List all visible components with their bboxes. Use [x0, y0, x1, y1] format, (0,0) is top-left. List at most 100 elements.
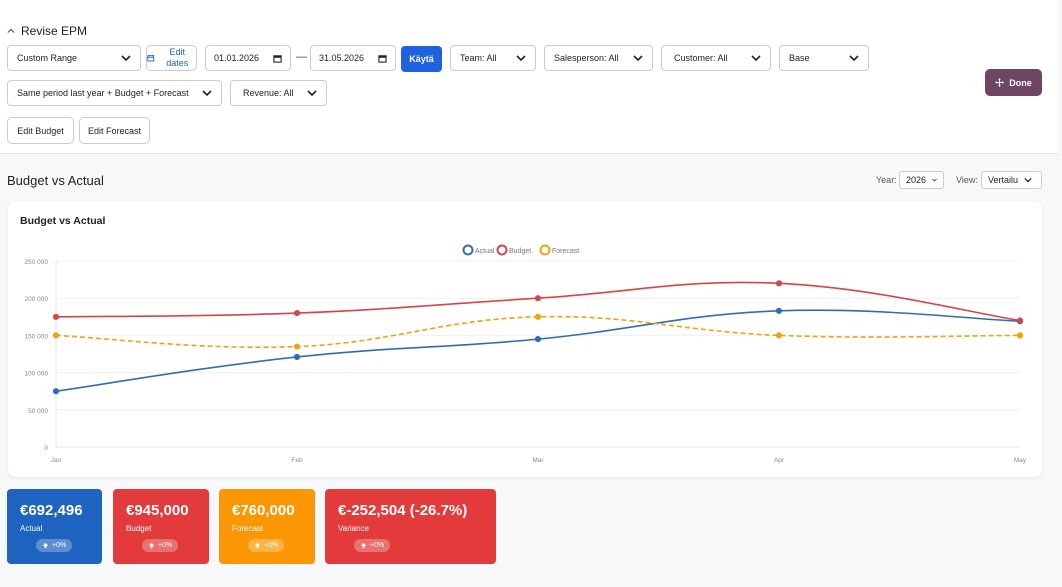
data-point-budget [534, 295, 542, 302]
data-point-actual [52, 388, 60, 395]
kpi-value: €692,496 [20, 502, 83, 519]
x-tick-label: Jan [51, 457, 62, 464]
base-select-value: Base [789, 53, 810, 63]
team-select[interactable]: Team: All [450, 45, 536, 71]
kpi-card-forecast: €760,000 Forecast +0% [219, 489, 315, 564]
kpi-card-budget: €945,000 Budget +0% [113, 489, 209, 564]
comparison-select[interactable]: Same period last year + Budget + Forecas… [7, 80, 222, 106]
data-point-budget [1016, 317, 1024, 324]
view-select-value: Vertailu [988, 175, 1019, 185]
y-tick-label: 150 000 [25, 333, 49, 340]
edit-dates-button[interactable]: Edit dates [146, 45, 197, 71]
revenue-select-value: Revenue: All [243, 88, 294, 98]
arrow-up-icon [360, 542, 367, 549]
date-from-value: 01.01.2026 [214, 53, 260, 63]
chart-card: Budget vs Actual 0 50 000 100 000 150 000 20… [8, 201, 1042, 477]
change-badge: +0% [248, 539, 285, 552]
change-value: +0% [370, 542, 385, 549]
view-select[interactable]: Vertailu [981, 171, 1042, 189]
year-select[interactable]: 2026 [899, 171, 944, 189]
date-to-value: 31.05.2026 [319, 53, 365, 63]
chevron-down-icon [633, 55, 643, 62]
arrow-up-icon [254, 542, 261, 549]
x-tick-label: Feb [291, 457, 303, 464]
change-value: +0% [264, 542, 279, 549]
salesperson-select-value: Salesperson: All [554, 53, 619, 63]
edit-budget-button[interactable]: Edit Budget [7, 117, 74, 144]
chevron-down-icon [516, 55, 526, 62]
arrow-up-icon [42, 542, 49, 549]
y-tick-label: 100 000 [25, 371, 49, 378]
chevron-down-icon [307, 90, 317, 97]
date-from-input[interactable]: 01.01.2026 [205, 45, 291, 71]
filter-panel: Revise EPM Custom Range Edit dates 01.01… [0, 0, 1058, 154]
series-line-actual [55, 309, 1021, 392]
comparison-select-value: Same period last year + Budget + Forecas… [17, 88, 189, 98]
line-chart: 0 50 000 100 000 150 000 200 000 250 000 Jan Fe… [25, 244, 1027, 464]
customer-select-value: Customer: All [674, 53, 728, 63]
legend-label-budget: Budget [509, 248, 531, 255]
x-tick-label: May [1014, 457, 1027, 464]
calendar-icon [147, 55, 155, 62]
kpi-label: Variance [338, 524, 369, 533]
revenue-select[interactable]: Revenue: All [230, 80, 327, 106]
chevron-down-icon [121, 55, 131, 62]
y-tick-label: 200 000 [25, 296, 49, 303]
kpi-value: €945,000 [126, 502, 189, 519]
move-icon [995, 78, 1005, 87]
data-point-budget [775, 280, 783, 287]
change-value: +0% [158, 542, 173, 549]
team-select-value: Team: All [460, 53, 497, 63]
panel-title: Revise EPM [21, 24, 88, 38]
section-title: Budget vs Actual [7, 173, 104, 188]
view-label: View: [956, 175, 978, 185]
kpi-value: €760,000 [232, 502, 295, 519]
range-select-value: Custom Range [17, 53, 78, 63]
legend-marker-actual [462, 244, 474, 256]
base-select[interactable]: Base [779, 45, 869, 71]
data-point-budget [52, 313, 60, 320]
calendar-icon [378, 54, 387, 63]
data-point-forecast [52, 332, 60, 339]
data-point-forecast [534, 313, 542, 320]
change-badge: +0% [142, 539, 179, 552]
change-value: +0% [52, 542, 67, 549]
series-line-forecast [55, 315, 1021, 349]
data-point-actual [293, 353, 301, 361]
done-label: Done [1009, 77, 1032, 88]
chevron-down-icon [932, 178, 937, 182]
done-button[interactable]: Done [985, 69, 1042, 96]
change-badge: +0% [36, 539, 73, 552]
apply-button[interactable]: Käytä [401, 46, 442, 72]
customer-select[interactable]: Customer: All [661, 45, 771, 71]
data-point-actual [534, 336, 542, 343]
legend-marker-budget [496, 244, 508, 256]
chevron-down-icon [751, 55, 761, 62]
chevron-down-icon [849, 55, 859, 62]
data-point-actual [775, 307, 783, 314]
y-tick-label: 50 000 [28, 408, 48, 415]
salesperson-select[interactable]: Salesperson: All [544, 45, 653, 71]
kpi-card-variance: €-252,504 (-26.7%) Variance +0% [325, 489, 496, 564]
range-select[interactable]: Custom Range [7, 45, 141, 71]
chevron-down-icon [202, 90, 212, 97]
year-label: Year: [876, 175, 897, 185]
legend-label-actual: Actual [475, 248, 495, 255]
date-to-input[interactable]: 31.05.2026 [310, 45, 396, 71]
data-point-budget [293, 309, 301, 317]
data-point-forecast [1016, 332, 1024, 339]
kpi-card-actual: €692,496 Actual +0% [7, 489, 102, 564]
data-point-forecast [775, 332, 783, 339]
y-tick-label: 0 [44, 445, 48, 452]
arrow-up-icon [148, 542, 155, 549]
panel-header[interactable]: Revise EPM [7, 24, 87, 38]
year-select-value: 2026 [906, 175, 927, 185]
legend-label-forecast: Forecast [552, 248, 579, 255]
chevron-down-icon [1024, 177, 1032, 183]
date-separator: — [296, 51, 307, 63]
edit-forecast-button[interactable]: Edit Forecast [79, 117, 150, 144]
calendar-icon [273, 54, 282, 63]
chevron-up-icon [7, 28, 15, 34]
kpi-label: Forecast [232, 524, 264, 533]
kpi-value: €-252,504 (-26.7%) [338, 502, 468, 519]
